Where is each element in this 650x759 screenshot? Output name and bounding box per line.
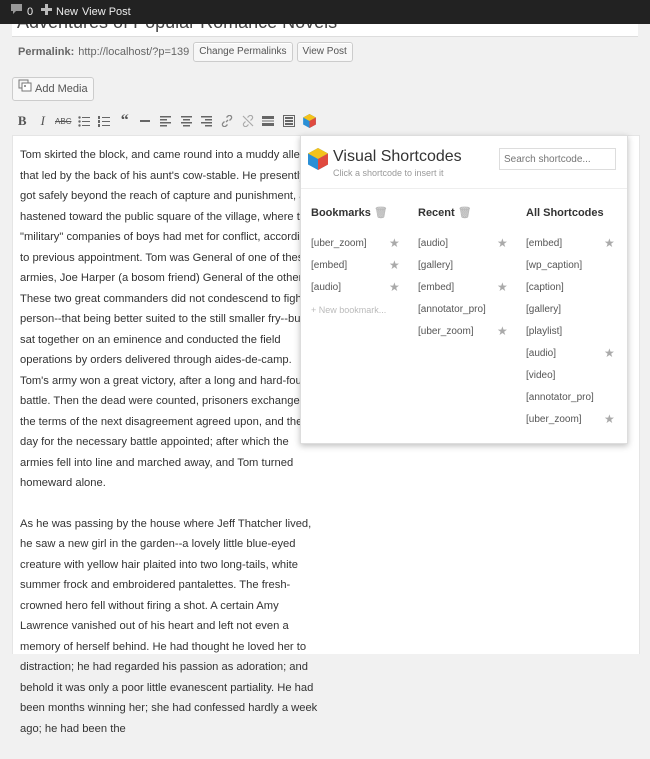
star-icon[interactable]: ★ [497, 236, 508, 250]
view-post-link[interactable]: View Post [82, 0, 131, 24]
change-permalinks-button[interactable]: Change Permalinks [193, 42, 293, 62]
recent-item[interactable]: [uber_zoom] [418, 326, 474, 337]
recent-title: Recent [418, 207, 455, 219]
bookmarks-column: Bookmarks 🗑 [311, 205, 388, 221]
star-icon[interactable]: ★ [604, 346, 615, 360]
star-icon[interactable]: ★ [389, 258, 400, 272]
all-shortcodes-heading: All Shortcodes [526, 207, 604, 219]
shortcode-item[interactable]: [gallery] [526, 304, 561, 315]
view-post-button[interactable]: View Post [296, 42, 353, 62]
visual-shortcodes-popup: Visual Shortcodes Click a shortcode to i… [300, 135, 628, 444]
permalink-label: Permalink: [18, 46, 75, 58]
link-icon [222, 115, 233, 127]
read-more-icon [262, 116, 275, 126]
align-right-button[interactable] [197, 111, 218, 131]
post-title-field[interactable]: Adventures of Popular Romance Novels [12, 24, 638, 37]
plus-icon [41, 0, 52, 24]
align-center-button[interactable] [176, 111, 197, 131]
recent-item[interactable]: [gallery] [418, 260, 453, 271]
numbered-list-button[interactable] [94, 111, 115, 131]
recent-item[interactable]: [embed] [418, 282, 454, 293]
media-icon [18, 78, 32, 100]
align-left-button[interactable] [156, 111, 177, 131]
popup-title: Visual Shortcodes [333, 148, 462, 165]
paragraph: Tom skirted the block, and came round in… [20, 149, 318, 489]
permalink-row: Permalink: http://localhost/?p=139 Chang… [18, 42, 353, 62]
recent-item[interactable]: [annotator_pro] [418, 304, 486, 315]
paragraph: As he was passing by the house where Jef… [20, 517, 318, 735]
strikethrough-button[interactable]: ABC [53, 111, 74, 131]
star-icon[interactable]: ★ [389, 280, 400, 294]
admin-bar: 0 New View Post [0, 0, 650, 24]
bookmark-item[interactable]: [embed] [311, 260, 347, 271]
editor-toolbar: B I ABC “ [12, 110, 638, 132]
shortcode-item[interactable]: [caption] [526, 282, 564, 293]
shortcode-item[interactable]: [annotator_pro] [526, 392, 594, 403]
bullet-list-icon [78, 115, 90, 127]
visual-shortcodes-logo-icon [308, 148, 328, 170]
trash-icon[interactable]: 🗑 [458, 205, 472, 221]
numbered-list-icon [98, 115, 111, 127]
italic-button[interactable]: I [33, 111, 54, 131]
unlink-icon [242, 115, 254, 127]
horizontal-line-icon [140, 120, 151, 122]
visual-shortcodes-icon [302, 114, 316, 128]
align-right-icon [201, 115, 213, 126]
read-more-button[interactable] [258, 111, 279, 131]
shortcode-item[interactable]: [uber_zoom] [526, 414, 582, 425]
star-icon[interactable]: ★ [497, 280, 508, 294]
view-post-label: View Post [82, 6, 131, 18]
horizontal-line-button[interactable] [135, 111, 156, 131]
popup-subtitle: Click a shortcode to insert it [333, 168, 444, 178]
permalink-url[interactable]: http://localhost/?p=139 [78, 46, 189, 58]
shortcode-item[interactable]: [embed] [526, 238, 562, 249]
bookmarks-heading: Bookmarks 🗑 [311, 205, 388, 221]
kitchen-sink-icon [282, 115, 295, 127]
all-shortcodes-column: All Shortcodes [526, 205, 604, 221]
shortcode-search-input[interactable] [499, 148, 616, 170]
toolbar-toggle-button[interactable] [279, 111, 300, 131]
align-left-icon [160, 115, 172, 126]
comments-count: 0 [27, 6, 34, 18]
align-center-icon [180, 115, 192, 126]
shortcode-item[interactable]: [audio] [526, 348, 556, 359]
shortcode-item[interactable]: [wp_caption] [526, 260, 582, 271]
add-media-label: Add Media [35, 83, 88, 95]
recent-item[interactable]: [audio] [418, 238, 448, 249]
trash-icon[interactable]: 🗑 [374, 205, 388, 221]
star-icon[interactable]: ★ [604, 236, 615, 250]
editor-text: Tom skirted the block, and came round in… [20, 145, 320, 759]
bullet-list-button[interactable] [74, 111, 95, 131]
unlink-button[interactable] [238, 111, 259, 131]
visual-shortcodes-button[interactable] [299, 111, 320, 131]
bookmark-item[interactable]: [uber_zoom] [311, 238, 367, 249]
blockquote-button[interactable]: “ [115, 111, 136, 131]
star-icon[interactable]: ★ [389, 236, 400, 250]
recent-heading: Recent 🗑 [418, 205, 472, 221]
new-bookmark-link[interactable]: + New bookmark... [311, 305, 386, 315]
recent-column: Recent 🗑 [418, 205, 472, 221]
insert-link-button[interactable] [217, 111, 238, 131]
shortcode-item[interactable]: [video] [526, 370, 555, 381]
italic-icon: I [40, 113, 45, 128]
star-icon[interactable]: ★ [497, 324, 508, 338]
new-label: New [56, 6, 79, 18]
shortcode-item[interactable]: [playlist] [526, 326, 562, 337]
comments-menu[interactable]: 0 [10, 0, 33, 24]
post-title-text: Adventures of Popular Romance Novels [17, 24, 337, 33]
popup-header: Visual Shortcodes Click a shortcode to i… [301, 136, 627, 189]
new-menu[interactable]: New [41, 0, 78, 24]
bookmark-item[interactable]: [audio] [311, 282, 341, 293]
add-media-button[interactable]: Add Media [12, 77, 94, 101]
strikethrough-icon: ABC [55, 116, 72, 126]
comment-icon [10, 0, 23, 24]
bookmarks-title: Bookmarks [311, 207, 371, 219]
bold-icon: B [17, 113, 27, 128]
blockquote-icon: “ [120, 112, 129, 129]
bold-button[interactable]: B [12, 111, 33, 131]
star-icon[interactable]: ★ [604, 412, 615, 426]
